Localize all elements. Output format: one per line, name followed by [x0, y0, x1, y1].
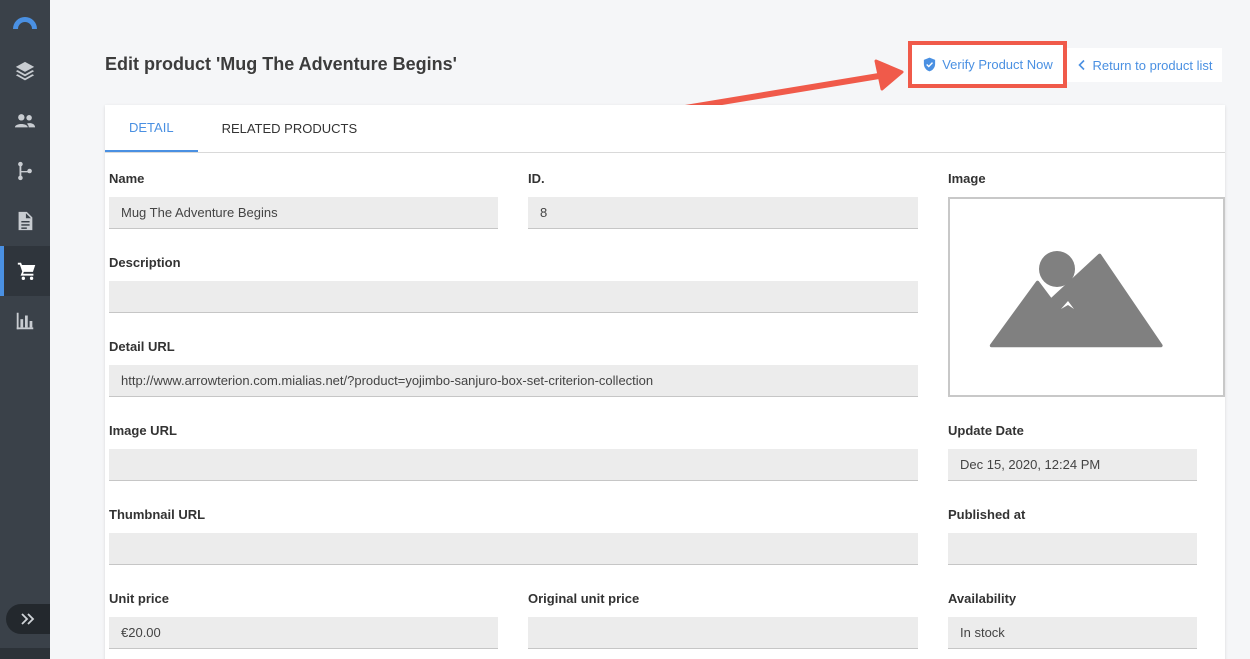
- id-input[interactable]: 8: [528, 197, 918, 229]
- sidebar-item-users[interactable]: [0, 96, 50, 146]
- bar-chart-icon: [16, 312, 34, 330]
- chevron-left-icon: [1077, 59, 1085, 71]
- original-unit-price-label: Original unit price: [528, 591, 640, 606]
- availability-label: Availability: [948, 591, 1017, 606]
- update-date-input[interactable]: Dec 15, 2020, 12:24 PM: [948, 449, 1197, 481]
- unit-price-label: Unit price: [109, 591, 169, 606]
- sidebar-footer: [0, 648, 50, 659]
- tab-detail[interactable]: DETAIL: [105, 105, 198, 152]
- detail-url-label: Detail URL: [109, 339, 175, 354]
- sidebar-item-commerce[interactable]: [0, 246, 50, 296]
- name-input[interactable]: Mug The Adventure Begins: [109, 197, 498, 229]
- sidebar-item-layers[interactable]: [0, 46, 50, 96]
- layers-icon: [15, 61, 35, 81]
- shield-check-icon: [924, 57, 936, 72]
- tab-bar: DETAIL RELATED PRODUCTS: [105, 105, 1225, 153]
- availability-select[interactable]: In stock: [948, 617, 1197, 649]
- branch-icon: [18, 161, 32, 181]
- thumbnail-url-label: Thumbnail URL: [109, 507, 206, 522]
- tab-related-products[interactable]: RELATED PRODUCTS: [198, 105, 382, 152]
- app-logo-icon[interactable]: [12, 10, 38, 30]
- description-input[interactable]: [109, 281, 918, 313]
- product-image-placeholder[interactable]: [948, 197, 1225, 397]
- sidebar-item-documents[interactable]: [0, 196, 50, 246]
- image-url-label: Image URL: [109, 423, 177, 438]
- sidebar-item-workflow[interactable]: [0, 146, 50, 196]
- sidebar-expand-button[interactable]: [6, 604, 50, 634]
- description-label: Description: [109, 255, 181, 270]
- page-title: Edit product 'Mug The Adventure Begins': [105, 54, 457, 74]
- cart-icon: [17, 262, 36, 280]
- name-label: Name: [109, 171, 145, 186]
- published-at-input[interactable]: [948, 533, 1197, 565]
- image-label: Image: [948, 171, 986, 186]
- verify-product-label: Verify Product Now: [942, 57, 1053, 72]
- detail-url-input[interactable]: http://www.arrowterion.com.mialias.net/?…: [109, 365, 918, 397]
- published-at-label: Published at: [948, 507, 1026, 522]
- image-url-input[interactable]: [109, 449, 918, 481]
- sidebar-item-analytics[interactable]: [0, 296, 50, 346]
- return-to-list-link[interactable]: Return to product list: [1067, 48, 1222, 82]
- id-label: ID.: [528, 171, 545, 186]
- thumbnail-url-input[interactable]: [109, 533, 918, 565]
- document-icon: [18, 211, 33, 231]
- return-to-list-label: Return to product list: [1092, 57, 1213, 73]
- double-chevron-right-icon: [21, 613, 35, 625]
- original-unit-price-input[interactable]: [528, 617, 918, 649]
- verify-product-button[interactable]: Verify Product Now: [908, 41, 1067, 88]
- sidebar: [0, 0, 50, 659]
- image-placeholder-icon: [989, 251, 1163, 348]
- users-icon: [14, 114, 36, 128]
- unit-price-input[interactable]: €20.00: [109, 617, 498, 649]
- update-date-label: Update Date: [948, 423, 1024, 438]
